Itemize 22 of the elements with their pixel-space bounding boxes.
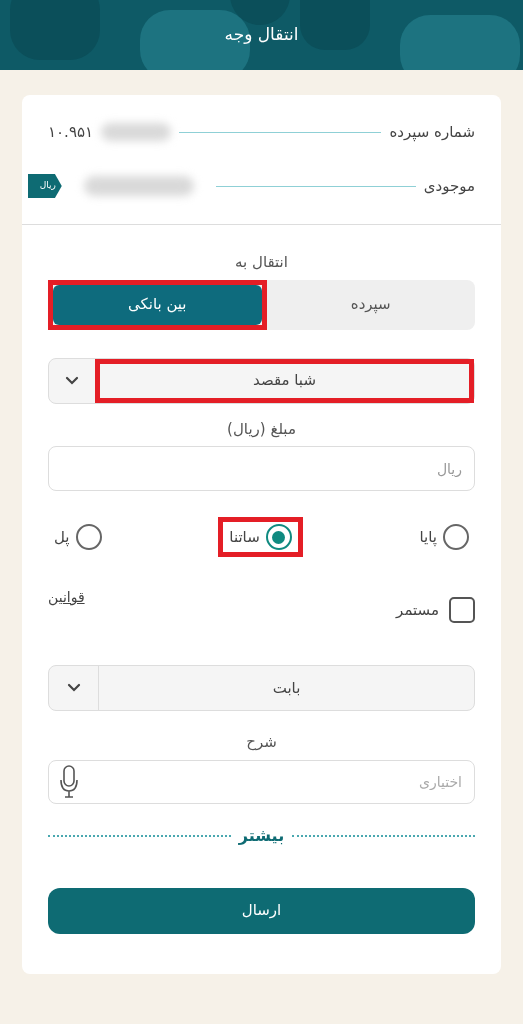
transfer-option-tab[interactable]: سپرده xyxy=(266,279,475,330)
terms-link[interactable]: قوانین xyxy=(48,587,85,608)
account-label: شماره سپرده xyxy=(389,121,475,144)
chevron-down-icon xyxy=(65,375,79,386)
transfer-to-label: انتقال به xyxy=(235,252,288,273)
description-label: شرح xyxy=(246,732,277,753)
redaction-blur xyxy=(101,123,172,141)
transfer-option-tab[interactable]: بین بانکی xyxy=(53,284,262,325)
method-radio[interactable]: ساتنا xyxy=(229,524,292,550)
more-link[interactable]: بیشتر xyxy=(238,823,285,848)
recurring-checkbox[interactable]: مستمر xyxy=(396,597,475,623)
method-radio[interactable]: پل xyxy=(54,524,102,550)
page-title: انتقال وجه xyxy=(224,23,299,47)
microphone-icon xyxy=(60,764,78,799)
amount-input-field[interactable]: ریال xyxy=(48,446,475,491)
account-number: ۱۰.۹۵۱ xyxy=(48,121,94,143)
currency-tag: ریال xyxy=(27,174,62,198)
submit-button[interactable]: ارسال xyxy=(48,887,475,934)
description-input-field[interactable]: اختیاری xyxy=(48,759,475,804)
balance-label: موجودی xyxy=(423,175,475,197)
amount-label: مبلغ (ریال) xyxy=(227,418,296,440)
method-radio[interactable]: پایا xyxy=(419,524,469,550)
